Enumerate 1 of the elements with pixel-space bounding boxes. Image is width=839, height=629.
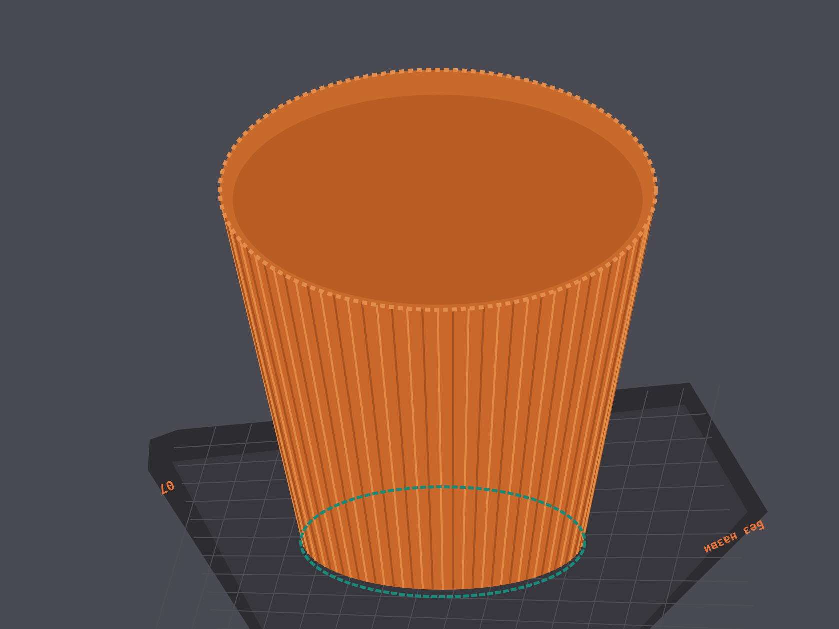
bed-label: 07 (156, 476, 177, 497)
